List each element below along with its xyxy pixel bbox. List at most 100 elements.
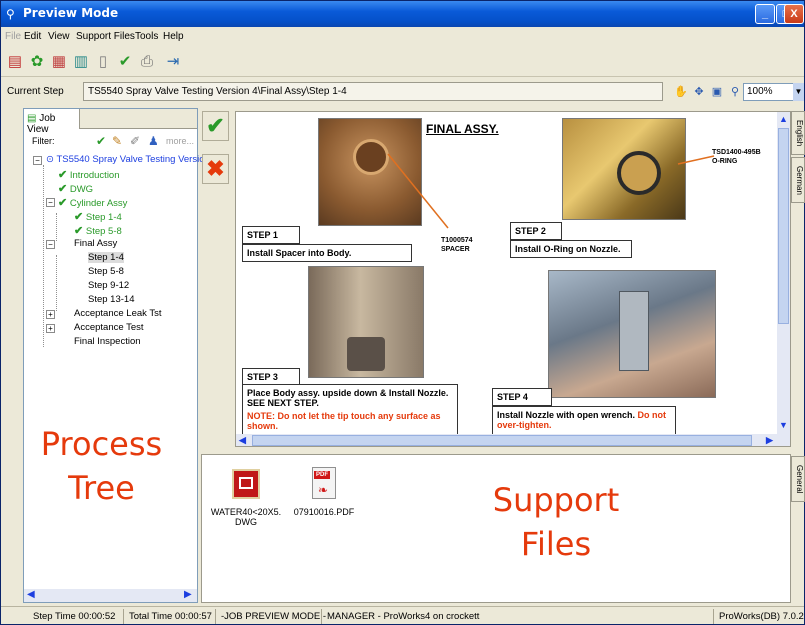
step3-box: Place Body assy. upside down & Install N… xyxy=(242,384,458,438)
step4-photo xyxy=(548,270,716,398)
filter-inprogress-icon[interactable]: ✎ xyxy=(112,134,122,148)
tree-expand-toggle[interactable]: + xyxy=(46,324,55,333)
filter-more-link[interactable]: more... xyxy=(166,136,194,146)
scroll-right-icon[interactable]: ▶ xyxy=(184,589,192,600)
tree-node-acceptance-leak-tst[interactable]: Acceptance Leak Tst xyxy=(74,308,162,319)
scroll-down-icon[interactable]: ▼ xyxy=(779,420,788,430)
check-icon[interactable]: ✔ xyxy=(115,52,135,72)
hand-icon[interactable]: ✋ xyxy=(673,84,689,100)
mode-indicator: -JOB PREVIEW MODE - xyxy=(221,611,327,622)
support-files-panel: WATER40<20X5. DWG PDF ❧ 07910016.PDF Sup… xyxy=(201,454,791,603)
tree-node-cyl-step-1-4[interactable]: ✔ Step 1-4 xyxy=(74,210,122,223)
scroll-left-icon[interactable]: ◀ xyxy=(239,435,246,446)
document-viewer[interactable]: FINAL ASSY. T1000574 SPACER STEP 1 Insta… xyxy=(235,111,791,447)
fit-page-icon[interactable]: ▣ xyxy=(709,84,725,100)
step2-photo xyxy=(562,118,686,220)
filter-tool-icon[interactable]: ✐ xyxy=(130,134,140,148)
tree-guide xyxy=(43,165,44,347)
step1-part-label: T1000574 SPACER xyxy=(441,237,473,253)
menu-help[interactable]: Help xyxy=(163,31,184,42)
menu-tools[interactable]: Tools xyxy=(135,31,158,42)
tree-node-label: Acceptance Leak Tst xyxy=(74,308,162,319)
tree-node-final-step-9-12[interactable]: Step 9-12 xyxy=(88,280,129,291)
report-icon[interactable]: ▤ xyxy=(5,52,25,72)
zoom-select[interactable]: 100% xyxy=(743,83,795,101)
tree-node-final-step-5-8[interactable]: Step 5-8 xyxy=(88,266,124,277)
support-file-dwg[interactable]: WATER40<20X5. DWG xyxy=(206,467,286,527)
close-button[interactable]: X xyxy=(784,4,804,24)
document-vertical-scrollbar[interactable]: ▲ ▼ xyxy=(777,112,790,434)
tree-node-label: Final Assy xyxy=(74,238,118,249)
step3-photo xyxy=(308,266,424,378)
tab-english[interactable]: English xyxy=(791,111,805,155)
menu-file[interactable]: File xyxy=(5,31,21,42)
status-bar: Step Time 00:00:52 Total Time 00:00:57 -… xyxy=(1,606,804,625)
scrollbar-thumb[interactable] xyxy=(778,128,789,324)
tab-german[interactable]: German xyxy=(791,157,805,203)
step3-note: NOTE: Do not let the tip touch any surfa… xyxy=(247,411,441,431)
tree-node-cylinder-assy[interactable]: ✔ Cylinder Assy xyxy=(58,196,127,209)
step1-leader-line xyxy=(387,153,449,229)
grid-icon[interactable]: ▦ xyxy=(49,52,69,72)
tree-node-dwg[interactable]: ✔ DWG xyxy=(58,182,93,195)
printer-icon[interactable]: ⎙ xyxy=(137,52,157,72)
filter-user-icon[interactable]: ♟ xyxy=(148,134,159,148)
minimize-button[interactable]: _ xyxy=(755,4,775,24)
check-icon: ✔ xyxy=(58,197,68,209)
current-step-field: TS5540 Spray Valve Testing Version 4\Fin… xyxy=(83,82,663,101)
move-icon[interactable]: ✥ xyxy=(691,84,707,100)
process-annotation-line2: Tree xyxy=(68,469,135,507)
tree-collapse-toggle[interactable]: − xyxy=(46,198,55,207)
tree-node-introduction[interactable]: ✔ Introduction xyxy=(58,168,120,181)
tree-node-cyl-step-5-8[interactable]: ✔ Step 5-8 xyxy=(74,224,122,237)
support-file-pdf[interactable]: PDF ❧ 07910016.PDF xyxy=(284,467,364,517)
tree-node-final-step-1-4[interactable]: Step 1-4 xyxy=(88,252,124,263)
scroll-up-icon[interactable]: ▲ xyxy=(779,114,788,124)
exit-icon[interactable]: ⇥ xyxy=(163,52,183,72)
tree-node-label: DWG xyxy=(69,184,94,195)
tree-root[interactable]: ⊙ TS5540 Spray Valve Testing Version xyxy=(46,154,210,165)
app-icon: ⚲ xyxy=(6,7,15,21)
tree-node-final-inspection[interactable]: Final Inspection xyxy=(74,336,141,347)
filter-label: Filter: xyxy=(32,136,55,146)
chevron-down-icon[interactable]: ▼ xyxy=(793,83,804,101)
total-time: Total Time 00:00:57 xyxy=(129,611,212,622)
tree-collapse-toggle[interactable]: − xyxy=(46,240,55,249)
document-horizontal-scrollbar[interactable]: ◀ ▶ xyxy=(236,434,790,446)
zoom-icon[interactable]: ⚲ xyxy=(727,84,743,100)
process-annotation-line1: Process xyxy=(40,425,163,463)
document-icon[interactable]: ▯ xyxy=(93,52,113,72)
tree-node-label: Step 1-4 xyxy=(88,252,124,263)
support-file-name: 07910016.PDF xyxy=(293,507,355,517)
scroll-right-icon[interactable]: ▶ xyxy=(766,435,773,446)
menu-support-files[interactable]: Support Files xyxy=(76,31,135,42)
tree-collapse-toggle[interactable]: − xyxy=(33,156,42,165)
tree-node-acceptance-test[interactable]: Acceptance Test xyxy=(74,322,144,333)
menu-view[interactable]: View xyxy=(48,31,70,42)
tree-node-label: Step 9-12 xyxy=(88,280,130,291)
accept-step-button[interactable]: ✔ xyxy=(202,111,229,141)
step4-text: Install Nozzle with open wrench. xyxy=(497,410,636,420)
toolbar: ▤ ✿ ▦ ▥ ▯ ✔ ⎙ ⇥ xyxy=(1,47,804,77)
list-icon[interactable]: ▥ xyxy=(71,52,91,72)
check-icon: ✔ xyxy=(58,169,68,181)
x-icon: ✖ xyxy=(206,156,225,181)
tree-horizontal-scrollbar[interactable]: ◀ ▶ xyxy=(24,589,197,602)
tab-job-view[interactable]: ▤ Job View xyxy=(24,109,80,135)
tree-node-label: Step 5-8 xyxy=(85,226,122,237)
support-annotation-line1: Support xyxy=(476,481,636,519)
filter-complete-icon[interactable]: ✔ xyxy=(96,134,106,148)
menu-edit[interactable]: Edit xyxy=(24,31,41,42)
reject-step-button[interactable]: ✖ xyxy=(202,154,229,184)
step1-text: Install Spacer into Body. xyxy=(242,244,412,262)
tree-expand-toggle[interactable]: + xyxy=(46,310,55,319)
settings-icon[interactable]: ✿ xyxy=(27,52,47,72)
filter-row: Filter: ✔ ✎ ✐ ♟ more... xyxy=(24,131,197,151)
tree-node-final-assy[interactable]: Final Assy xyxy=(74,238,117,249)
tree-node-final-step-13-14[interactable]: Step 13-14 xyxy=(88,294,134,305)
tab-general[interactable]: General xyxy=(791,456,805,502)
scroll-left-icon[interactable]: ◀ xyxy=(27,589,35,600)
step3-text: Place Body assy. upside down & Install N… xyxy=(247,388,449,408)
scrollbar-thumb[interactable] xyxy=(252,435,752,446)
support-file-name: WATER40<20X5. DWG xyxy=(210,507,282,527)
